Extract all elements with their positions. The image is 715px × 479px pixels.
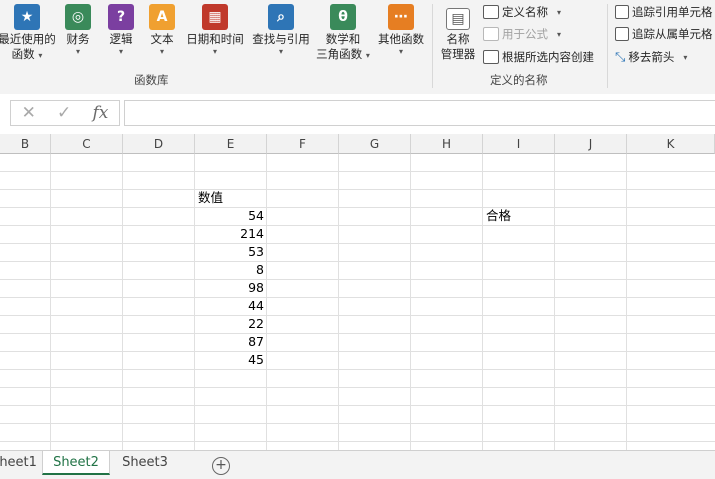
ribbon-separator [432,4,433,88]
row-line [0,207,715,208]
trace-dependents-icon [615,27,629,41]
cell-E-value[interactable]: 214 [195,225,267,243]
create-from-selection-icon [483,50,499,64]
group-label-defined-names: 定义的名称 [490,73,548,87]
formula-input[interactable] [124,100,715,126]
column-header-J[interactable]: J [555,134,627,154]
lookup-icon: ⌕ [268,4,294,30]
sheet-tab-2[interactable]: Sheet2 [42,451,110,475]
formula-bar: ✕ ✓ fx [0,94,715,134]
logical-button[interactable]: ? 逻辑 ▾ [104,4,138,57]
group-label-function-library: 函数库 [134,73,169,87]
cell-E-value[interactable]: 87 [195,333,267,351]
row-line [0,387,715,388]
column-line [554,154,555,450]
name-manager-button[interactable]: ▤ 名称 管理器 [436,8,480,62]
coins-icon: ◎ [65,4,91,30]
column-header-K[interactable]: K [627,134,715,154]
row-line [0,171,715,172]
worksheet-grid[interactable]: B C D E F G H I J K 数值 54 214 53 8 98 44… [0,134,715,450]
column-header-D[interactable]: D [123,134,195,154]
text-icon: A [149,4,175,30]
trace-precedents-icon [615,5,629,19]
column-header-H[interactable]: H [411,134,483,154]
row-line [0,333,715,334]
define-name-button[interactable]: 定义名称 ▾ [483,4,561,20]
row-line [0,423,715,424]
use-in-formula-button[interactable]: 用于公式 ▾ [483,26,561,42]
row-line [0,405,715,406]
row-line [0,243,715,244]
name-manager-icon: ▤ [446,8,470,30]
theta-icon: θ [330,4,356,30]
row-line [0,441,715,442]
cell-E-value[interactable]: 8 [195,261,267,279]
cell-E-value[interactable]: 54 [195,207,267,225]
row-line [0,261,715,262]
sheet-tab-3[interactable]: Sheet3 [112,451,178,475]
row-line [0,351,715,352]
text-button[interactable]: A 文本 ▾ [146,4,178,57]
create-from-selection-button[interactable]: 根据所选内容创建 [483,49,594,65]
trace-precedents-button[interactable]: 追踪引用单元格 [615,4,713,20]
question-icon: ? [108,4,134,30]
column-header-E[interactable]: E [195,134,267,154]
recent-functions-button[interactable]: ★ 最近使用的 函数 ▾ [0,4,56,62]
cell-E-value[interactable]: 53 [195,243,267,261]
trace-dependents-button[interactable]: 追踪从属单元格 [615,26,713,42]
column-line [338,154,339,450]
sheet-tab-bar: Sheet1 Sheet2 Sheet3 + [0,450,715,479]
lookup-reference-button[interactable]: ⌕ 查找与引用 ▾ [250,4,312,57]
cell-I-label[interactable]: 合格 [483,207,555,225]
row-line [0,225,715,226]
add-sheet-icon[interactable]: + [212,457,230,475]
column-line [626,154,627,450]
calendar-icon: ▦ [202,4,228,30]
formula-buttons: ✕ ✓ fx [10,100,120,126]
column-header-F[interactable]: F [267,134,339,154]
define-name-icon [483,5,499,19]
column-line [482,154,483,450]
ribbon-separator [607,4,608,88]
remove-arrows-icon: ⤡ [615,49,626,65]
row-line [0,279,715,280]
date-time-button[interactable]: ▦ 日期和时间 ▾ [184,4,246,57]
row-line [0,315,715,316]
insert-function-icon[interactable]: fx [93,103,109,123]
remove-arrows-button[interactable]: ⤡ 移去箭头 ▾ [615,49,687,65]
cell-E-value[interactable]: 98 [195,279,267,297]
star-icon: ★ [14,4,40,30]
row-line [0,297,715,298]
column-header-C[interactable]: C [51,134,123,154]
cell-E-value[interactable]: 22 [195,315,267,333]
more-icon: ⋯ [388,4,414,30]
financial-button[interactable]: ◎ 财务 ▾ [60,4,96,57]
column-line [122,154,123,450]
column-header-I[interactable]: I [483,134,555,154]
cell-E-value[interactable]: 44 [195,297,267,315]
ribbon: ★ 最近使用的 函数 ▾ ◎ 财务 ▾ ? 逻辑 ▾ A 文本 ▾ ▦ 日期和时… [0,0,715,95]
column-line [50,154,51,450]
math-trig-button[interactable]: θ 数学和 三角函数 ▾ [314,4,372,62]
check-icon[interactable]: ✓ [57,103,71,123]
row-line [0,369,715,370]
row-line [0,189,715,190]
cell-E-value[interactable]: 45 [195,351,267,369]
column-header-G[interactable]: G [339,134,411,154]
more-functions-button[interactable]: ⋯ 其他函数 ▾ [375,4,427,57]
sheet-tab-1[interactable]: Sheet1 [0,451,42,475]
column-line [410,154,411,450]
formula-icon [483,27,499,41]
cell-E-header[interactable]: 数值 [195,189,267,207]
column-header-B[interactable]: B [0,134,51,154]
cancel-icon[interactable]: ✕ [22,103,36,123]
